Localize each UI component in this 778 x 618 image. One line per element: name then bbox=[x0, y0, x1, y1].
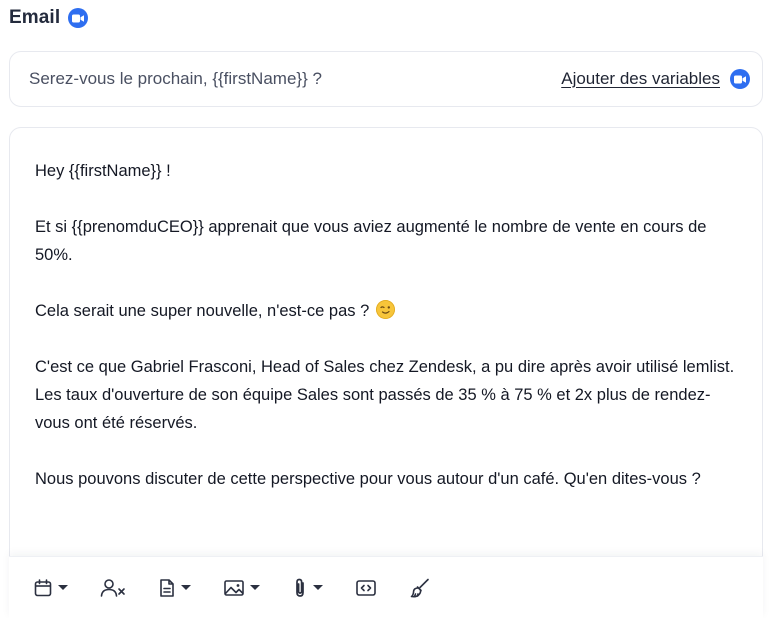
body-paragraph: Cela serait une super nouvelle, n'est-ce… bbox=[35, 302, 370, 320]
video-camera-icon[interactable] bbox=[730, 69, 750, 89]
body-paragraph: C'est ce que Gabriel Frasconi, Head of S… bbox=[35, 358, 735, 432]
insert-template-button[interactable] bbox=[158, 578, 191, 598]
remove-recipient-button[interactable] bbox=[100, 578, 126, 598]
insert-code-button[interactable] bbox=[355, 578, 377, 598]
add-variables-link[interactable]: Ajouter des variables bbox=[561, 69, 720, 89]
chevron-down-icon bbox=[181, 585, 191, 590]
image-icon bbox=[224, 579, 244, 596]
document-icon bbox=[160, 578, 174, 597]
code-icon bbox=[356, 579, 376, 596]
subject-field[interactable]: Serez-vous le prochain, {{firstName}} ? … bbox=[9, 51, 763, 107]
subject-actions: Ajouter des variables bbox=[561, 69, 750, 89]
remove-user-icon bbox=[100, 578, 125, 597]
attach-file-button[interactable] bbox=[292, 577, 323, 599]
body-paragraph-with-emoji: Cela serait une super nouvelle, n'est-ce… bbox=[35, 297, 736, 325]
body-paragraph: Hey {{firstName}} ! bbox=[35, 162, 171, 180]
email-body-editor[interactable]: Hey {{firstName}} ! Et si {{prenomduCEO}… bbox=[9, 127, 763, 618]
email-body-content[interactable]: Hey {{firstName}} ! Et si {{prenomduCEO}… bbox=[10, 128, 762, 493]
editor-toolbar bbox=[9, 556, 763, 618]
section-title: Email bbox=[9, 7, 61, 28]
winking-face-emoji bbox=[375, 300, 395, 319]
video-camera-icon[interactable] bbox=[68, 8, 89, 28]
paperclip-icon bbox=[296, 578, 304, 597]
chevron-down-icon bbox=[250, 585, 260, 590]
chevron-down-icon bbox=[313, 585, 323, 590]
subject-input[interactable]: Serez-vous le prochain, {{firstName}} ? bbox=[29, 69, 322, 89]
section-header: Email bbox=[9, 7, 89, 29]
paintbrush-icon bbox=[410, 578, 429, 598]
insert-image-button[interactable] bbox=[223, 578, 260, 598]
body-paragraph: Et si {{prenomduCEO}} apprenait que vous… bbox=[35, 218, 707, 264]
chevron-down-icon bbox=[58, 585, 68, 590]
body-paragraph: Nous pouvons discuter de cette perspecti… bbox=[35, 470, 701, 488]
format-painter-button[interactable] bbox=[409, 577, 431, 599]
insert-calendar-button[interactable] bbox=[33, 578, 68, 598]
calendar-icon bbox=[34, 578, 52, 596]
